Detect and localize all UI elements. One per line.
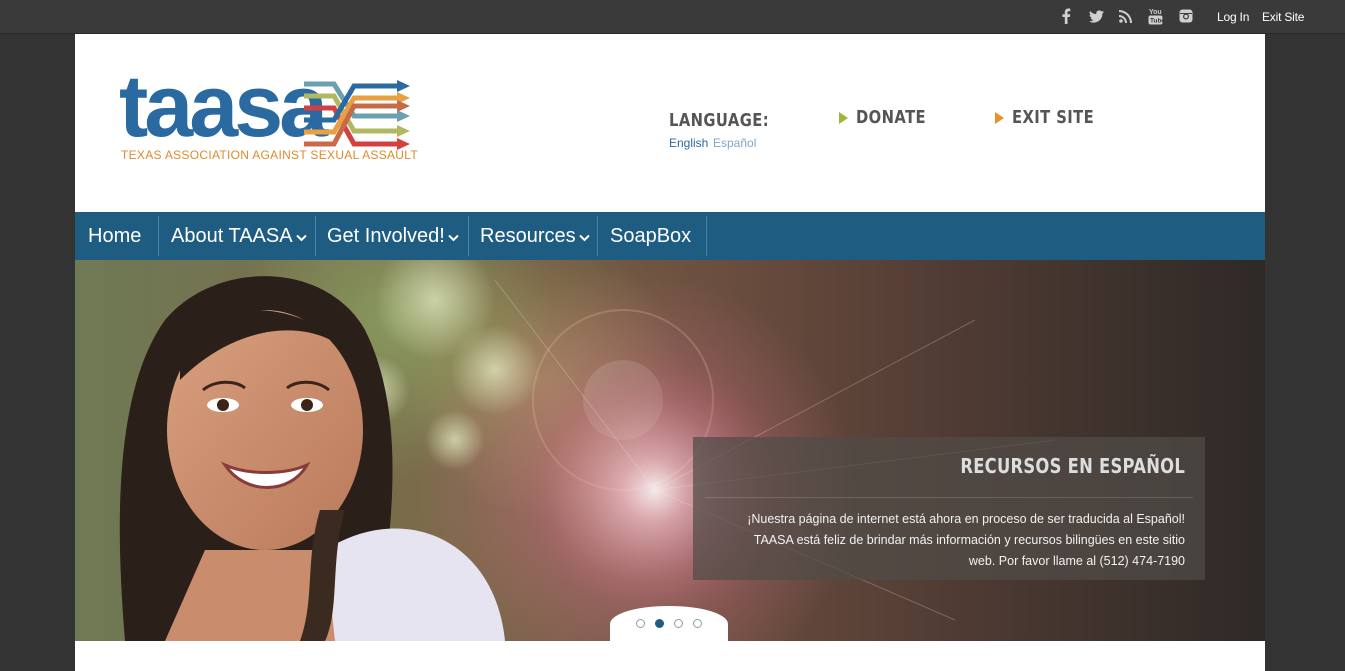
chevron-down-icon: [295, 225, 307, 248]
nav-item-label: Get Involved!: [327, 224, 445, 247]
donate-label: DONATE: [856, 107, 927, 128]
nav-item-label: Resources: [480, 224, 576, 247]
nav-item-home[interactable]: Home: [88, 212, 141, 260]
language-english-link[interactable]: English: [669, 136, 708, 150]
slider-pagination: [610, 606, 728, 641]
nav-divider: [706, 216, 707, 256]
nav-divider: [468, 216, 469, 256]
nav-item-soapbox[interactable]: SoapBox: [610, 212, 691, 260]
donate-arrow-icon: [839, 112, 848, 124]
nav-item-about[interactable]: About TAASA: [171, 212, 307, 260]
slider-dot-1[interactable]: [636, 619, 645, 628]
facebook-icon[interactable]: [1058, 8, 1074, 24]
slide-caption-line: TAASA está feliz de brindar más informac…: [753, 533, 1185, 547]
hero-slider[interactable]: RECURSOS EN ESPAÑOL ¡Nuestra página de i…: [75, 260, 1265, 641]
nav-item-label: About TAASA: [171, 224, 293, 247]
nav-item-get-involved[interactable]: Get Involved!: [327, 212, 459, 260]
twitter-icon[interactable]: [1088, 8, 1104, 24]
site-logo[interactable]: taasa TEXAS ASSOCIATION AGAINST SEXUAL A…: [119, 56, 419, 169]
slider-dot-3[interactable]: [674, 619, 683, 628]
youtube-icon[interactable]: You Tube: [1147, 8, 1163, 25]
slide-caption-line: ¡Nuestra página de internet está ahora e…: [747, 512, 1185, 526]
instagram-icon[interactable]: [1178, 8, 1194, 24]
logo-wordmark: taasa: [119, 56, 328, 155]
site-header: taasa TEXAS ASSOCIATION AGAINST SEXUAL A…: [75, 34, 1265, 212]
page-container: taasa TEXAS ASSOCIATION AGAINST SEXUAL A…: [75, 34, 1265, 671]
svg-text:Tube: Tube: [1150, 18, 1163, 25]
slider-dot-2[interactable]: [655, 619, 664, 628]
exit-arrow-icon: [995, 112, 1004, 124]
exit-site-top-link[interactable]: Exit Site: [1262, 10, 1304, 24]
slide-caption-divider: [705, 497, 1193, 498]
nav-divider: [158, 216, 159, 256]
language-spanish-link[interactable]: Español: [713, 136, 756, 150]
chevron-down-icon: [448, 225, 459, 248]
slide-caption-body: ¡Nuestra página de internet está ahora e…: [715, 509, 1185, 572]
slide-caption-line: web. Por favor llame al (512) 474-7190: [968, 554, 1185, 568]
login-link[interactable]: Log In: [1217, 10, 1249, 24]
main-navigation: Home About TAASA Get Involved! Resources…: [75, 212, 1265, 260]
slider-dot-4[interactable]: [693, 619, 702, 628]
rss-icon[interactable]: [1117, 8, 1133, 24]
logo-tagline: TEXAS ASSOCIATION AGAINST SEXUAL ASSAULT: [121, 148, 418, 162]
language-label: LANGUAGE:: [669, 110, 770, 131]
chevron-down-icon: [578, 225, 590, 248]
svg-text:You: You: [1149, 9, 1162, 16]
nav-item-resources[interactable]: Resources: [480, 212, 590, 260]
nav-item-label: Home: [88, 224, 142, 247]
logo-arrows-icon: [304, 80, 410, 150]
nav-item-label: SoapBox: [610, 224, 692, 247]
nav-divider: [315, 216, 316, 256]
slide-caption-title: RECURSOS EN ESPAÑOL: [960, 454, 1185, 478]
top-utility-bar: You Tube Log In Exit Site: [0, 0, 1345, 34]
nav-divider: [597, 216, 598, 256]
slide-caption: RECURSOS EN ESPAÑOL ¡Nuestra página de i…: [693, 437, 1205, 580]
exit-site-label: EXIT SITE: [1012, 107, 1095, 128]
